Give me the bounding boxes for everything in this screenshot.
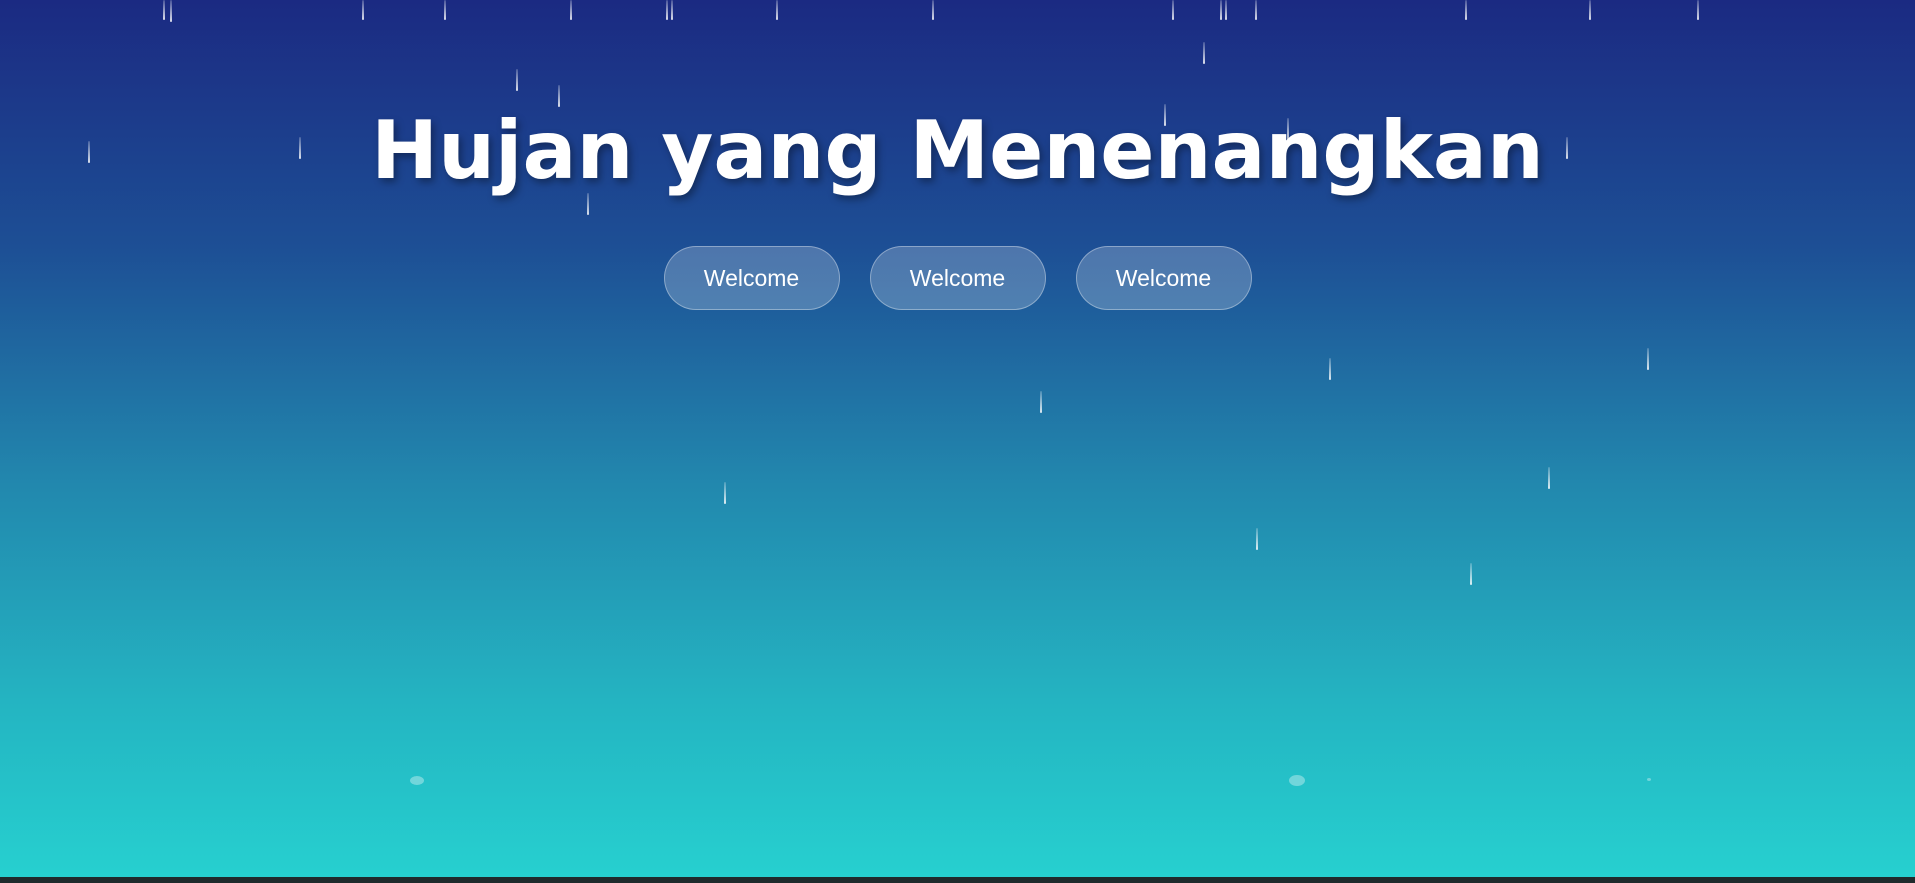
raindrop — [362, 0, 364, 20]
raindrop — [1647, 348, 1649, 370]
raindrop — [1040, 391, 1042, 413]
raindrop — [163, 0, 165, 20]
splash — [410, 776, 424, 785]
raindrop — [724, 482, 726, 504]
button-group: Welcome Welcome Welcome — [0, 246, 1915, 310]
raindrop — [1225, 0, 1227, 20]
bottom-edge-bar — [0, 877, 1915, 883]
page-title: Hujan yang Menenangkan — [371, 104, 1544, 197]
raindrop — [1697, 0, 1699, 20]
raindrop — [666, 0, 668, 20]
raindrop — [170, 0, 172, 22]
raindrop — [932, 0, 934, 20]
raindrop — [1255, 0, 1257, 20]
splash — [1289, 775, 1305, 786]
raindrop — [1329, 358, 1331, 380]
raindrop — [1203, 42, 1205, 64]
raindrop — [1256, 528, 1258, 550]
raindrop — [1589, 0, 1591, 20]
raindrop — [1470, 563, 1472, 585]
rain-scene: Hujan yang Menenangkan Welcome Welcome W… — [0, 0, 1915, 877]
raindrop — [671, 0, 673, 20]
raindrop — [1548, 467, 1550, 489]
raindrop — [444, 0, 446, 20]
raindrop — [570, 0, 572, 20]
raindrop — [516, 69, 518, 91]
raindrop — [1465, 0, 1467, 20]
splash — [1647, 778, 1651, 781]
raindrop — [776, 0, 778, 20]
welcome-button-1[interactable]: Welcome — [663, 246, 840, 310]
welcome-button-3[interactable]: Welcome — [1075, 246, 1252, 310]
raindrop — [1220, 0, 1222, 20]
raindrop — [1172, 0, 1174, 20]
welcome-button-2[interactable]: Welcome — [869, 246, 1046, 310]
